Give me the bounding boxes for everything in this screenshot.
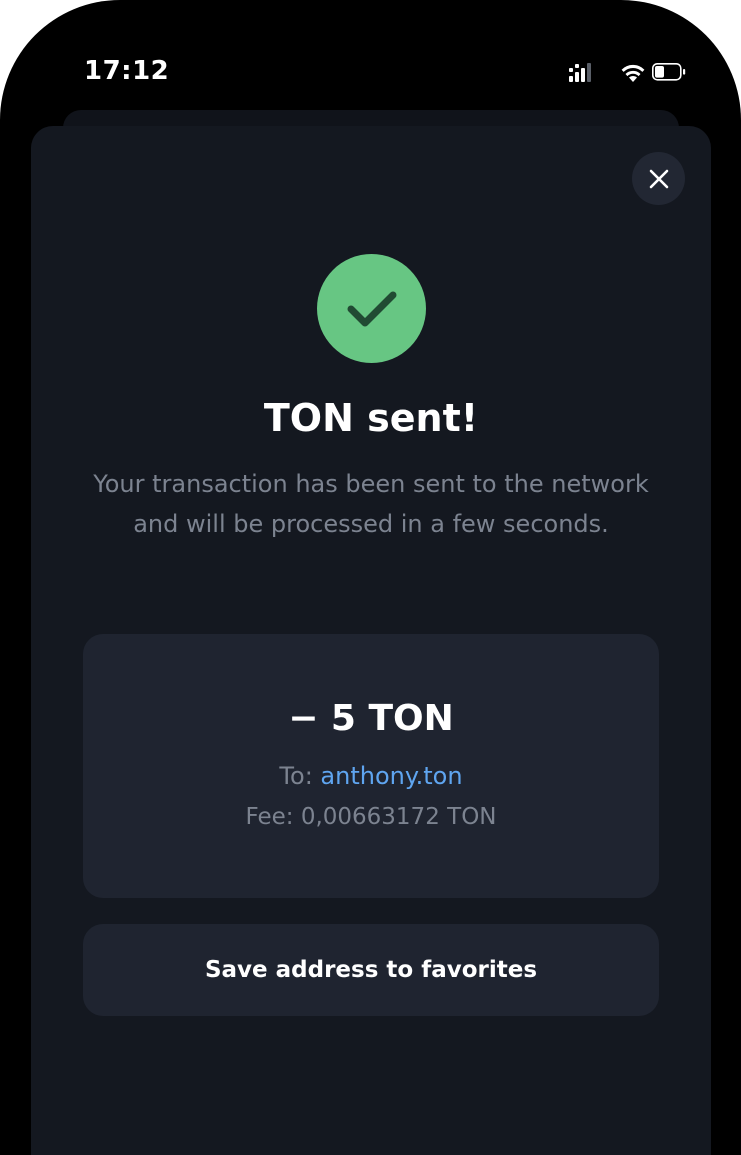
wifi-icon bbox=[621, 64, 645, 82]
close-icon bbox=[649, 169, 668, 188]
battery-icon bbox=[652, 63, 686, 81]
fee-text: Fee: 0,00663172 TON bbox=[245, 804, 497, 830]
recipient-line: To: anthony.ton bbox=[83, 762, 659, 790]
save-address-button[interactable]: Save address to favorites bbox=[83, 924, 659, 1016]
save-address-label: Save address to favorites bbox=[204, 957, 538, 983]
status-icons bbox=[569, 63, 686, 82]
sent-amount: − 5 TON bbox=[288, 698, 454, 739]
modal-subtitle: Your transaction has been sent to the ne… bbox=[93, 470, 649, 538]
success-badge bbox=[317, 254, 426, 363]
transaction-summary-card: − 5 TON To: anthony.ton Fee: 0,00663172 … bbox=[83, 634, 659, 898]
close-button[interactable] bbox=[632, 152, 685, 205]
phone-screen: 17:12 TON sent! Your transaction has bee… bbox=[0, 0, 741, 1155]
recipient-label: To: bbox=[279, 762, 313, 790]
modal-title: TON sent! bbox=[263, 396, 479, 440]
status-bar: 17:12 bbox=[0, 0, 741, 110]
success-modal: TON sent! Your transaction has been sent… bbox=[31, 126, 711, 1155]
recipient-address-link[interactable]: anthony.ton bbox=[320, 762, 462, 790]
status-time: 17:12 bbox=[84, 56, 170, 86]
cellular-signal-icon bbox=[569, 63, 591, 82]
checkmark-icon bbox=[347, 291, 396, 326]
